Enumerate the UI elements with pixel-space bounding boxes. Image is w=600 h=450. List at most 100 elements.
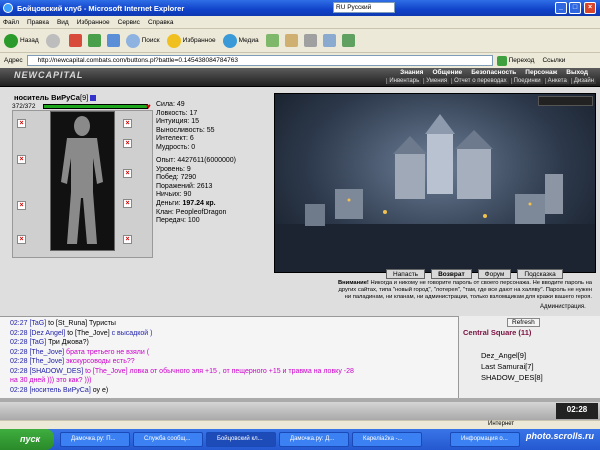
task-button[interactable]: Дамочка.ру: П... <box>60 432 130 447</box>
city-scene[interactable] <box>274 93 596 273</box>
info-clan: Клан: PeopleofDragon <box>156 208 227 216</box>
refresh-button[interactable]: Refresh <box>507 318 540 327</box>
nav-profile[interactable]: Анкета <box>544 78 569 84</box>
security-zone: Интернет <box>488 421 515 427</box>
game-bottom-bar: 02:28 <box>0 402 600 420</box>
search-button[interactable]: Поиск <box>125 33 160 48</box>
slot-ring-2[interactable]: × <box>123 139 132 148</box>
online-panel: Refresh Central Square (11) Dez_Angel[9]… <box>458 316 600 398</box>
hp-text: 372/372 <box>12 103 36 110</box>
slot-armor[interactable]: × <box>17 235 26 244</box>
online-user[interactable]: SHADOW_DES[8] <box>481 373 543 382</box>
nav-fights[interactable]: Поединки <box>510 78 543 84</box>
chat-line: 02:27 [TaG] to [St_Runa] Туристы <box>10 320 116 327</box>
menu-edit[interactable]: Правка <box>27 19 49 26</box>
forward-arrow-icon <box>45 33 60 48</box>
site-banner: NEWCAPITAL Знания Общение Безопасность П… <box>0 68 600 87</box>
online-user[interactable]: Last Samurai[7] <box>481 362 534 371</box>
chat-nick[interactable]: с высадкой ) <box>112 330 153 337</box>
nav-skills[interactable]: Умения <box>423 78 450 84</box>
character-name[interactable]: носитель ВиРуСа[9] <box>14 93 97 102</box>
maximize-button[interactable]: □ <box>569 2 581 14</box>
back-arrow-icon <box>4 33 18 48</box>
task-button[interactable]: Информация о... <box>450 432 520 447</box>
go-button[interactable]: Переход <box>496 55 534 66</box>
chat-nick[interactable]: [The_Jove] <box>29 349 64 356</box>
task-button[interactable]: Служба сообщ... <box>133 432 203 447</box>
window-title: Бойцовский клуб - Microsoft Internet Exp… <box>17 3 185 13</box>
attack-button[interactable]: Напасть <box>386 269 426 279</box>
menu-tools[interactable]: Сервис <box>118 19 140 26</box>
nav-exit[interactable]: Выход <box>566 69 588 76</box>
info-icon[interactable] <box>90 95 97 102</box>
online-user[interactable]: Dez_Angel[9] <box>481 351 526 360</box>
slot-helmet[interactable]: × <box>17 119 26 128</box>
messenger-icon[interactable] <box>341 34 355 47</box>
chat-nick[interactable]: [носитель ВиРуСа] <box>29 387 90 394</box>
scene-buttons: Напасть Возврат Форум Подсказка <box>386 269 569 279</box>
stat-intuition: Интуиция: 15 <box>156 118 199 126</box>
language-indicator[interactable]: RU Русский <box>333 2 395 13</box>
edit-icon[interactable] <box>322 34 336 47</box>
menu-favorites[interactable]: Избранное <box>77 19 110 26</box>
forum-button[interactable]: Форум <box>477 269 512 279</box>
slot-necklace[interactable]: × <box>17 155 26 164</box>
stat-agility: Ловкость: 17 <box>156 109 198 117</box>
mail-icon[interactable] <box>284 34 298 47</box>
chat-nick[interactable]: [TaG] <box>29 339 46 346</box>
star-icon <box>166 33 181 48</box>
menu-help[interactable]: Справка <box>148 19 174 26</box>
slot-shield[interactable]: × <box>123 199 132 208</box>
favorites-button[interactable]: Избранное <box>166 33 216 48</box>
info-exp: Опыт: 4427611(6000000) <box>156 157 237 164</box>
refresh-icon[interactable] <box>87 34 101 47</box>
task-button[interactable]: Дамочка.ру: Д... <box>279 432 349 447</box>
menu-view[interactable]: Вид <box>57 19 69 26</box>
nav-communication[interactable]: Общение <box>432 69 462 76</box>
watermark: photo.scrolls.ru <box>525 431 594 441</box>
nav-design[interactable]: Дизайн <box>570 78 596 84</box>
chat-text: экскурсоводы есть?? <box>64 358 135 365</box>
close-button[interactable]: × <box>584 2 596 14</box>
stop-icon[interactable] <box>68 34 82 47</box>
slot-ring-1[interactable]: × <box>123 119 132 128</box>
slot-gloves[interactable]: × <box>123 169 132 178</box>
nav-knowledge[interactable]: Знания <box>400 69 423 76</box>
task-button[interactable]: Карелia2ка -... <box>352 432 422 447</box>
menu-file[interactable]: Файл <box>3 19 19 26</box>
nav-transfers[interactable]: Отчет о переводах <box>451 78 509 84</box>
chat-nick[interactable]: [TaG] <box>29 320 46 327</box>
back-button[interactable]: Назад <box>4 33 39 48</box>
nav-security[interactable]: Безопасность <box>471 69 516 76</box>
forward-button[interactable] <box>45 33 62 48</box>
status-bar: Интернет <box>0 420 600 429</box>
links-button[interactable]: Ссылки <box>542 57 565 64</box>
chat-nick[interactable]: [The_Jove] <box>29 358 64 365</box>
nav-character[interactable]: Персонаж <box>525 69 557 76</box>
chat-nick[interactable]: [Dez Angel] <box>29 330 65 337</box>
chat-text: Три Джова?) <box>46 339 89 346</box>
chat-time: 02:28 <box>10 367 30 375</box>
chat-line: 02:28 [SHADOW_DES] to [The_Jove] ловка о… <box>10 368 354 375</box>
info-wins: Побед: 7290 <box>156 174 197 182</box>
stat-intellect: Интелект: 6 <box>156 135 194 143</box>
minimize-button[interactable]: _ <box>555 2 567 14</box>
print-icon[interactable] <box>303 34 317 47</box>
hint-button[interactable]: Подсказка <box>517 269 563 279</box>
address-input[interactable]: http://newcapital.combats.com/buttons.pl… <box>26 55 493 66</box>
task-button[interactable]: Бойцовский кл... <box>206 432 276 447</box>
nav-inventory[interactable]: Инвентарь <box>386 78 422 84</box>
home-icon[interactable] <box>106 34 120 47</box>
return-button[interactable]: Возврат <box>431 269 472 279</box>
slot-boots[interactable]: × <box>123 235 132 244</box>
start-button[interactable]: пуск <box>0 429 54 450</box>
menu-bar: Файл Правка Вид Избранное Сервис Справка <box>0 16 600 29</box>
media-button[interactable]: Медиа <box>222 33 259 48</box>
chat-time: 02:28 <box>10 358 30 365</box>
chat-time: 02:27 <box>10 320 30 327</box>
history-icon[interactable] <box>265 34 279 47</box>
info-money: Деньги: 197.24 кр. <box>156 199 216 207</box>
go-arrow-icon <box>496 55 507 66</box>
chat-nick[interactable]: [SHADOW_DES] <box>29 368 83 375</box>
slot-weapon[interactable]: × <box>17 201 26 210</box>
